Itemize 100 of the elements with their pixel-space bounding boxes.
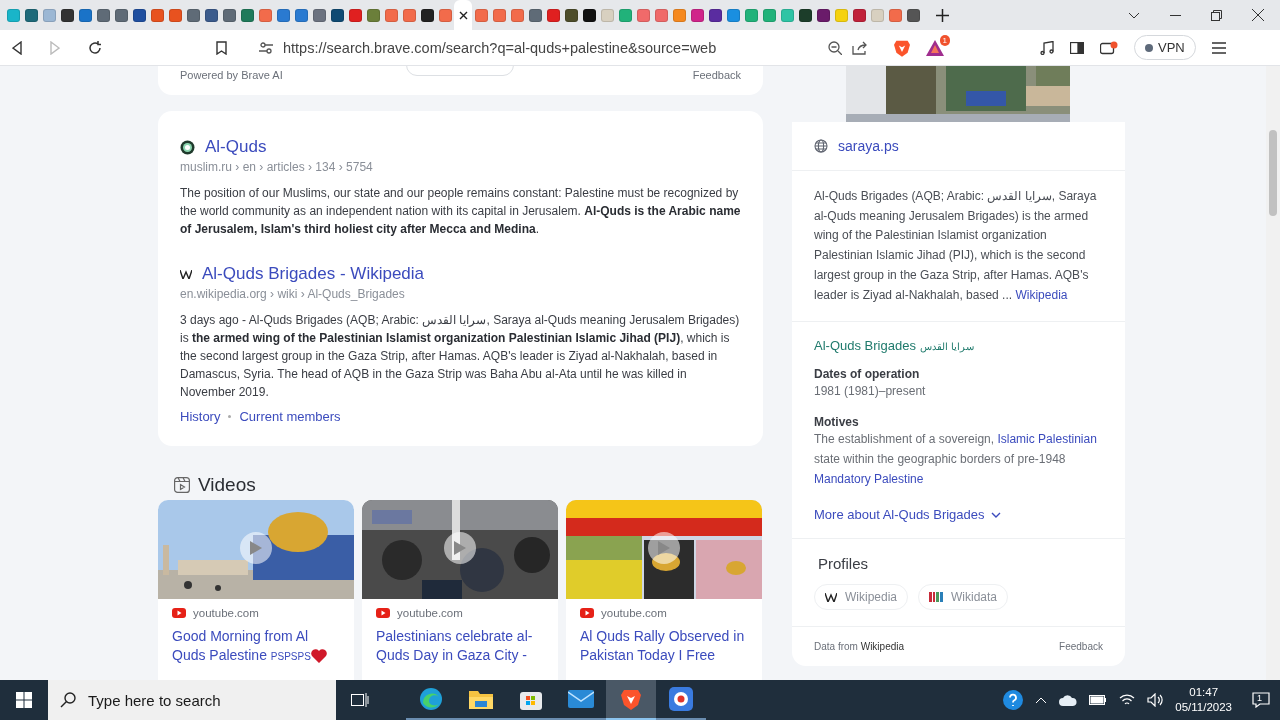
site-favicon-icon [330, 8, 344, 22]
browser-tab[interactable] [454, 0, 472, 30]
sitelink[interactable]: Current members [239, 409, 341, 424]
address-field[interactable]: https://search.brave.com/search?q=al-quds+palestine&source=web [228, 33, 878, 62]
site-favicon-icon [294, 8, 308, 22]
close-icon[interactable] [458, 10, 468, 20]
profile-label: Wikidata [951, 590, 998, 605]
site-favicon-icon [204, 8, 218, 22]
site-favicon-icon [564, 8, 578, 22]
video-source: youtube.com [601, 607, 667, 619]
clock[interactable]: 01:47 05/11/2023 [1175, 685, 1232, 715]
site-favicon-icon [240, 8, 254, 22]
minimize-icon[interactable] [1170, 14, 1181, 16]
chevron-down-icon[interactable] [1128, 11, 1140, 19]
video-card[interactable]: youtube.com Good Morning from Al Quds Palestine PSPSPS [158, 500, 354, 680]
entity-name: Al-Quds Brigades [814, 338, 916, 354]
close-icon[interactable] [1252, 9, 1264, 21]
fact-value: 1981 (1981)–present [814, 383, 927, 401]
site-favicon-icon [888, 8, 902, 22]
site-favicon-icon [762, 8, 776, 22]
scrollbar[interactable] [1266, 66, 1280, 680]
site-favicon-icon [384, 8, 398, 22]
notifications-button[interactable]: 1 [1252, 692, 1270, 708]
rewards-button[interactable] [926, 39, 944, 56]
site-favicon-icon [636, 8, 650, 22]
play-icon[interactable] [444, 532, 476, 564]
section-heading: Videos [198, 474, 256, 496]
wifi-icon[interactable] [1119, 693, 1136, 707]
play-logo-icon [172, 608, 186, 618]
share-icon[interactable] [852, 40, 868, 55]
site-favicon-icon [402, 8, 416, 22]
fact-value: The establishment of a sovereign, Islamic Palestinian state within the geographic borders of pre-1948 Mandatory Palestine [814, 431, 1098, 489]
heart-icon [310, 649, 327, 664]
site-favicon-icon [78, 8, 92, 22]
reload-button[interactable] [88, 40, 102, 55]
site-favicon-icon [510, 8, 524, 22]
browser-swirl-icon [419, 687, 443, 711]
battery-icon[interactable] [1089, 695, 1108, 705]
site-favicon-icon [132, 8, 146, 22]
search-field[interactable]: Type here to search [48, 680, 336, 720]
search-icon [60, 692, 76, 708]
site-favicon-icon [492, 8, 506, 22]
wallet-button[interactable] [1100, 40, 1118, 55]
feedback-link[interactable]: Feedback [692, 69, 741, 81]
fact-link[interactable]: Islamic Palestinian [997, 432, 1097, 447]
back-button[interactable] [12, 40, 22, 55]
vpn-button[interactable]: VPN [1134, 35, 1196, 60]
website-link[interactable]: saraya.ps [838, 138, 899, 154]
help-icon[interactable] [1003, 690, 1024, 710]
folder-icon [469, 689, 493, 709]
site-favicon-icon [186, 8, 200, 22]
site-favicon-icon [672, 8, 686, 22]
shields-button[interactable] [894, 38, 910, 57]
site-favicon-icon [708, 8, 722, 22]
site-favicon-icon [690, 8, 704, 22]
fact-link[interactable]: Mandatory Palestine [814, 472, 924, 487]
globe-icon [814, 139, 828, 153]
speaker-icon[interactable] [1147, 693, 1164, 707]
music-button[interactable] [1040, 40, 1054, 55]
lion-shield-icon [621, 688, 641, 710]
site-favicon-icon [528, 8, 542, 22]
video-card[interactable]: youtube.com Al Quds Rally Observed in Pakistan Today I Free [566, 500, 762, 680]
fact-label: Dates of operation [814, 367, 921, 382]
video-icon [174, 477, 190, 493]
zoom-out-icon[interactable] [828, 40, 842, 55]
separator-dot-icon [228, 415, 232, 418]
envelope-icon [568, 690, 594, 708]
site-favicon-icon [312, 8, 326, 22]
video-source: youtube.com [193, 607, 259, 619]
site-favicon-icon [618, 8, 632, 22]
site-favicon-icon [258, 8, 272, 22]
restore-icon[interactable] [1211, 9, 1222, 21]
plus-icon[interactable] [936, 8, 949, 22]
video-title-link[interactable]: Palestinians celebrate al-Quds Day in Gaza City - [376, 627, 544, 665]
video-card[interactable]: youtube.com Palestinians celebrate al-Quds Day in Gaza City - [362, 500, 558, 680]
site-favicon-icon [150, 8, 164, 22]
sliders-icon[interactable] [259, 41, 273, 54]
site-favicon-icon [816, 8, 830, 22]
site-favicon-icon [474, 8, 488, 22]
barcode-logo-icon [929, 592, 944, 603]
fact-label: Motives [814, 415, 860, 430]
menu-button[interactable] [1211, 41, 1226, 54]
site-favicon-icon [798, 8, 812, 22]
sidebar-button[interactable] [1070, 41, 1084, 54]
site-favicon-icon [366, 8, 380, 22]
cloud-icon[interactable] [1059, 694, 1078, 706]
chevron-up-icon[interactable] [1035, 696, 1048, 704]
more-about-link[interactable]: More about Al-Quds Brigades [814, 507, 1103, 523]
feedback-link[interactable]: Feedback [1059, 641, 1103, 653]
result-title-link[interactable]: Al-Quds Brigades - Wikipedia [202, 264, 425, 284]
sitelink[interactable]: History [180, 409, 221, 424]
site-favicon-icon [114, 8, 128, 22]
video-title-link[interactable]: Good Morning from Al Quds Palestine PSPSPS [172, 627, 340, 666]
play-icon[interactable] [648, 532, 680, 564]
video-title-link[interactable]: Al Quds Rally Observed in Pakistan Today I Free [580, 627, 748, 665]
notification-count: 1 [1256, 693, 1263, 704]
result-title-link[interactable]: Al-Quds [205, 137, 267, 157]
site-favicon-icon [42, 8, 56, 22]
source-link[interactable]: Wikipedia [1015, 287, 1068, 302]
bookmark-icon[interactable] [216, 40, 227, 55]
